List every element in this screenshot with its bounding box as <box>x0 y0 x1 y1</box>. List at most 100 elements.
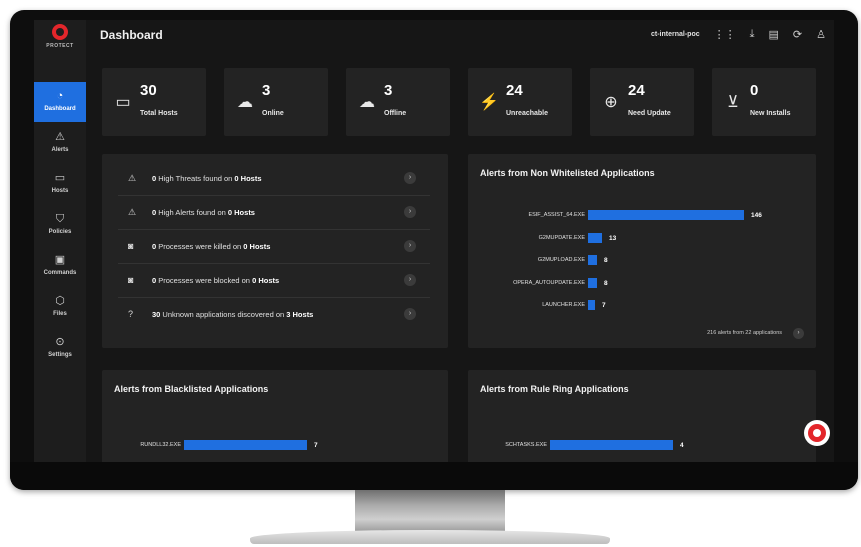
chevron-right-icon[interactable]: › <box>404 308 416 320</box>
monitor-icon: ▭ <box>115 94 131 111</box>
stat-label: Total Hosts <box>140 110 178 117</box>
stat-value: 24 <box>628 82 645 99</box>
monitor-stand-base <box>250 530 610 544</box>
bar-category-label: RUNDLL32.EXE <box>140 442 181 448</box>
stat-label: New Installs <box>750 110 791 117</box>
stat-card-need-update[interactable]: ⊕ 24 Need Update <box>590 68 694 136</box>
sidebar-item-label: Commands <box>43 270 77 276</box>
settings-icon: ⊙ <box>55 336 65 348</box>
sidebar-item-label: Hosts <box>51 188 69 194</box>
stat-card-online[interactable]: ☁ 3 Online <box>224 68 328 136</box>
stat-card-unreachable[interactable]: ⚡ 24 Unreachable <box>468 68 572 136</box>
summary-hosts: 0 Hosts <box>243 242 271 251</box>
cube-icon: ⬡ <box>55 295 65 307</box>
panel-title: Alerts from Blacklisted Applications <box>114 384 269 394</box>
bar[interactable] <box>550 440 673 450</box>
sidebar-item-label: Dashboard <box>44 106 76 112</box>
summary-text: 0 High Alerts found on 0 Hosts <box>152 208 255 217</box>
cloud-icon: ☁ <box>237 94 253 111</box>
bar-value-label: 4 <box>680 442 684 449</box>
summary-description: High Alerts found on <box>156 208 228 217</box>
install-icon: ⊻ <box>727 94 739 111</box>
chevron-right-icon[interactable]: › <box>404 240 416 252</box>
stat-value: 3 <box>384 82 393 99</box>
panel-title: Alerts from Rule Ring Applications <box>480 384 629 394</box>
summary-description: Processes were blocked on <box>156 276 253 285</box>
summary-hosts: 0 Hosts <box>227 208 255 217</box>
bar[interactable] <box>588 210 744 220</box>
summary-panel: ⚠ 0 High Threats found on 0 Hosts › ⚠ 0 High… <box>102 154 448 348</box>
sidebar-item-policies[interactable]: ⛉ Policies <box>34 205 86 245</box>
summary-row[interactable]: ◙ 0 Processes were blocked on 0 Hosts › <box>118 264 430 298</box>
bar[interactable] <box>588 255 597 265</box>
apps-grid-icon[interactable]: ⋮⋮ <box>714 28 736 41</box>
bar[interactable] <box>184 440 307 450</box>
sidebar-item-dashboard[interactable]: ◔ Dashboard <box>34 82 86 122</box>
stat-label: Online <box>262 110 284 117</box>
summary-row[interactable]: ◙ 0 Processes were killed on 0 Hosts › <box>118 230 430 264</box>
help-icon: ? <box>128 309 134 319</box>
summary-row[interactable]: ? 30 Unknown applications discovered on 3… <box>118 298 430 332</box>
panel-title: Alerts from Non Whitelisted Applications <box>480 168 655 178</box>
stat-card-new-installs[interactable]: ⊻ 0 New Installs <box>712 68 816 136</box>
bar-value-label: 8 <box>604 279 608 287</box>
sidebar-item-label: Files <box>53 311 67 317</box>
warning-icon: ⚠ <box>55 131 65 143</box>
user-icon[interactable]: ♙ <box>816 28 826 41</box>
brand-logo[interactable]: PROTECT <box>34 24 86 49</box>
monitor-bezel <box>10 462 858 490</box>
rule-ring-panel: Alerts from Rule Ring Applications SCHTA… <box>468 370 816 462</box>
app-screen: PROTECT ◔ Dashboard ⚠ Alerts ▭ Hosts ⛉ Policies… <box>34 20 834 462</box>
summary-text: 0 High Threats found on 0 Hosts <box>152 174 262 183</box>
bar[interactable] <box>588 300 595 310</box>
bar-value-label: 146 <box>751 212 762 219</box>
non-whitelisted-panel: Alerts from Non Whitelisted Applications… <box>468 154 816 348</box>
bar[interactable] <box>588 277 597 288</box>
monitor-icon: ▭ <box>54 172 66 184</box>
page-title: Dashboard <box>100 28 163 42</box>
summary-text: 0 Processes were blocked on 0 Hosts <box>152 276 279 285</box>
top-header: Dashboard ct-internal-poc ⋮⋮ ⤓ ▤ ⟳ ♙ <box>86 20 834 50</box>
stat-label: Offline <box>384 110 407 117</box>
shield-icon: ⛉ <box>55 213 65 225</box>
terminal-icon: ▣ <box>54 254 66 266</box>
document-icon[interactable]: ▤ <box>769 28 779 41</box>
stat-card-total-hosts[interactable]: ▭ 30 Total Hosts <box>102 68 206 136</box>
sidebar-item-hosts[interactable]: ▭ Hosts <box>34 164 86 204</box>
chevron-right-icon[interactable]: › <box>404 172 416 184</box>
summary-row[interactable]: ⚠ 0 High Threats found on 0 Hosts › <box>118 162 430 196</box>
sidebar-item-settings[interactable]: ⊙ Settings <box>34 328 86 368</box>
tenant-selector[interactable]: ct-internal-poc <box>651 31 700 38</box>
cloud-off-icon: ☁ <box>359 94 375 111</box>
bar[interactable] <box>588 232 602 243</box>
brand-logo-icon <box>52 24 68 40</box>
stop-icon: ◙ <box>128 241 134 251</box>
summary-description: Unknown applications discovered on <box>160 310 287 319</box>
chevron-right-icon[interactable]: › <box>404 206 416 218</box>
bar-category-label: SCHTASKS.EXE <box>505 442 547 448</box>
bar-category-label: LAUNCHER.EXE <box>542 302 585 308</box>
stat-card-offline[interactable]: ☁ 3 Offline <box>346 68 450 136</box>
blacklisted-panel: Alerts from Blacklisted Applications RUN… <box>102 370 448 462</box>
summary-description: Processes were killed on <box>156 242 244 251</box>
sidebar-item-label: Policies <box>48 229 72 235</box>
summary-row[interactable]: ⚠ 0 High Alerts found on 0 Hosts › <box>118 196 430 230</box>
bar-value-label: 7 <box>314 442 318 449</box>
chevron-right-icon[interactable]: › <box>404 274 416 286</box>
monitor-stand <box>355 490 505 532</box>
brand-fab-button[interactable] <box>804 420 830 446</box>
stop-icon: ◙ <box>128 275 134 285</box>
update-arrow-icon: ⊕ <box>604 94 618 111</box>
bar-value-label: 7 <box>602 302 606 309</box>
summary-hosts: 3 Hosts <box>286 310 314 319</box>
brand-logo-icon <box>808 424 826 442</box>
sidebar-item-label: Settings <box>48 352 72 358</box>
sidebar-item-alerts[interactable]: ⚠ Alerts <box>34 123 86 163</box>
download-icon[interactable]: ⤓ <box>750 28 755 41</box>
refresh-icon[interactable]: ⟳ <box>793 28 802 41</box>
sidebar-item-commands[interactable]: ▣ Commands <box>34 246 86 286</box>
chevron-right-icon[interactable]: › <box>793 328 804 339</box>
bar-category-label: OPERA_AUTOUPDATE.EXE <box>513 279 585 286</box>
stat-label: Unreachable <box>506 110 549 117</box>
sidebar-item-files[interactable]: ⬡ Files <box>34 287 86 327</box>
